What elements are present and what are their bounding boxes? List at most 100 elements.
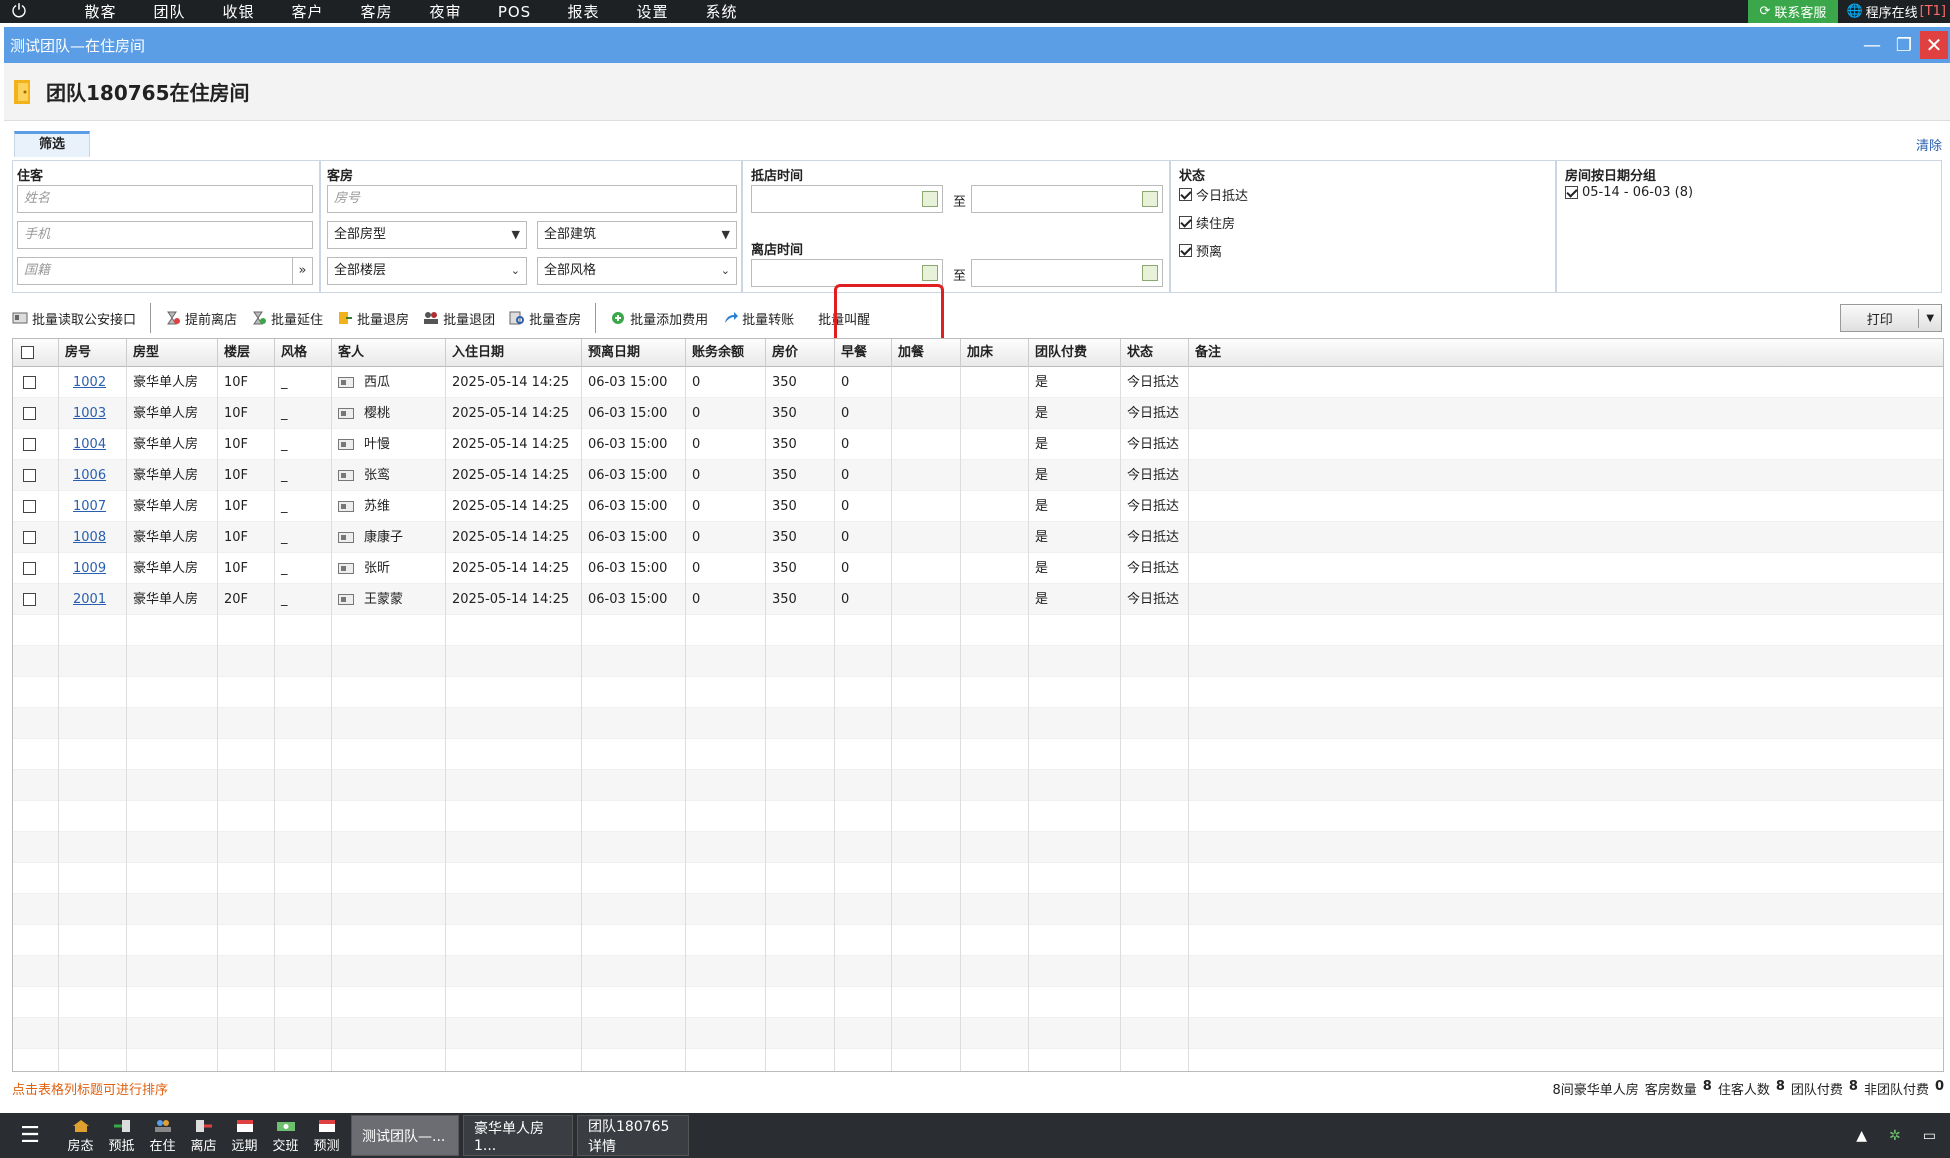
row-checkbox[interactable] (23, 593, 36, 606)
checkbox[interactable] (1179, 244, 1192, 257)
menu-item-customer[interactable]: 客户 (273, 1, 342, 22)
table-row[interactable]: 1003 豪华单人房 10F _ 樱桃 2025-05-14 14:25 06-03 15:… (13, 398, 1943, 429)
quick-future[interactable]: 远期 (224, 1113, 265, 1158)
status-checkbox-due-out[interactable]: 预离 (1179, 241, 1222, 260)
status-checkbox-extended[interactable]: 续住房 (1179, 213, 1235, 232)
room-type-select[interactable]: 全部房型 ▼ (327, 221, 527, 249)
table-row[interactable]: 1007 豪华单人房 10F _ 苏维 2025-05-14 14:25 06-03 15:… (13, 491, 1943, 522)
quick-room-status[interactable]: 房态 (60, 1113, 101, 1158)
batch-check-room-button[interactable]: 批量查房 (509, 309, 581, 328)
table-row[interactable]: 1006 豪华单人房 10F _ 张鸾 2025-05-14 14:25 06-03 15:… (13, 460, 1943, 491)
column-header[interactable]: 楼层 (218, 339, 275, 367)
task-team-detail[interactable]: 团队180765详情 (577, 1115, 689, 1156)
table-row[interactable] (13, 1018, 1943, 1049)
task-deluxe-room[interactable]: 豪华单人房1... (463, 1115, 573, 1156)
table-row[interactable] (13, 894, 1943, 925)
quick-arriving[interactable]: 预抵 (101, 1113, 142, 1158)
room-number-link[interactable]: 1009 (73, 561, 106, 576)
chevron-down-icon[interactable]: ▼ (1919, 313, 1941, 324)
quick-shift-handover[interactable]: 交班 (265, 1113, 306, 1158)
table-row[interactable] (13, 615, 1943, 646)
id-card-icon[interactable] (338, 439, 354, 450)
room-number-link[interactable]: 1007 (73, 499, 106, 514)
start-menu-icon[interactable]: ☰ (0, 1113, 60, 1158)
contact-service-button[interactable]: ⟳ 联系客服 (1747, 0, 1839, 23)
room-number-link[interactable]: 1008 (73, 530, 106, 545)
arrival-start-date[interactable] (751, 185, 943, 213)
batch-add-fee-button[interactable]: 批量添加费用 (610, 309, 708, 328)
row-checkbox[interactable] (23, 531, 36, 544)
restore-button[interactable]: ❐ (1888, 35, 1920, 56)
batch-checkout-button[interactable]: 批量退房 (337, 309, 409, 328)
calendar-icon[interactable] (1142, 191, 1158, 207)
id-card-icon[interactable] (338, 501, 354, 512)
table-row[interactable] (13, 832, 1943, 863)
table-row[interactable] (13, 956, 1943, 987)
close-button[interactable]: ✕ (1920, 31, 1948, 59)
tray-app-icon[interactable]: ✲ (1889, 1128, 1901, 1144)
power-icon[interactable]: ⏻ (0, 0, 38, 23)
column-header[interactable]: 风格 (275, 339, 332, 367)
table-row[interactable] (13, 1049, 1943, 1071)
room-number-link[interactable]: 1006 (73, 468, 106, 483)
row-checkbox[interactable] (23, 438, 36, 451)
menu-item-cashier[interactable]: 收银 (204, 1, 273, 22)
departure-end-date[interactable] (971, 259, 1163, 287)
calendar-icon[interactable] (1142, 265, 1158, 281)
building-select[interactable]: 全部建筑 ▼ (537, 221, 737, 249)
status-checkbox-arriving[interactable]: 今日抵达 (1179, 185, 1248, 204)
name-input[interactable]: 姓名 (17, 185, 313, 213)
batch-extend-button[interactable]: 批量延住 (251, 309, 323, 328)
floor-select[interactable]: 全部楼层 ⌄ (327, 257, 527, 285)
menu-item-reports[interactable]: 报表 (549, 1, 618, 22)
table-row[interactable] (13, 739, 1943, 770)
column-header[interactable]: 账务余额 (686, 339, 766, 367)
table-row[interactable] (13, 987, 1943, 1018)
batch-read-police-button[interactable]: 批量读取公安接口 (12, 309, 136, 328)
table-row[interactable] (13, 677, 1943, 708)
select-all-checkbox[interactable] (21, 346, 34, 359)
table-row[interactable] (13, 863, 1943, 894)
select-all-header[interactable] (13, 339, 59, 367)
column-header[interactable]: 房型 (127, 339, 218, 367)
table-row[interactable]: 2001 豪华单人房 20F _ 王蒙蒙 2025-05-14 14:25 06-03 15… (13, 584, 1943, 615)
tab-filter[interactable]: 筛选 (14, 131, 90, 157)
row-checkbox[interactable] (23, 500, 36, 513)
column-header[interactable]: 备注 (1189, 339, 1943, 367)
id-card-icon[interactable] (338, 377, 354, 388)
column-header[interactable]: 早餐 (835, 339, 892, 367)
quick-in-house[interactable]: 在住 (142, 1113, 183, 1158)
column-header[interactable]: 团队付费 (1029, 339, 1121, 367)
task-team-rooms[interactable]: 测试团队—... (351, 1115, 459, 1156)
clear-link[interactable]: 清除 (1916, 135, 1942, 154)
table-row[interactable] (13, 708, 1943, 739)
checkbox[interactable] (1179, 188, 1192, 201)
menu-item-settings[interactable]: 设置 (618, 1, 687, 22)
column-header[interactable]: 加餐 (892, 339, 961, 367)
batch-transfer-button[interactable]: 批量转账 (722, 309, 794, 328)
print-button[interactable]: 打印 ▼ (1840, 304, 1942, 332)
room-number-link[interactable]: 2001 (73, 592, 106, 607)
column-header[interactable]: 房号 (59, 339, 127, 367)
column-header[interactable]: 入住日期 (446, 339, 582, 367)
quick-departed[interactable]: 离店 (183, 1113, 224, 1158)
id-card-icon[interactable] (338, 594, 354, 605)
checkbox[interactable] (1179, 216, 1192, 229)
room-number-input[interactable]: 房号 (327, 185, 737, 213)
table-row[interactable]: 1008 豪华单人房 10F _ 康康子 2025-05-14 14:25 06-03 15… (13, 522, 1943, 553)
row-checkbox[interactable] (23, 376, 36, 389)
minimize-button[interactable]: — (1856, 35, 1888, 56)
menu-item-team[interactable]: 团队 (135, 1, 204, 22)
room-number-link[interactable]: 1003 (73, 406, 106, 421)
id-card-icon[interactable] (338, 532, 354, 543)
dategroup-checkbox[interactable]: 05-14 - 06-03 (8) (1565, 185, 1693, 200)
phone-input[interactable]: 手机 (17, 221, 313, 249)
table-row[interactable] (13, 925, 1943, 956)
checkbox[interactable] (1565, 186, 1578, 199)
table-row[interactable] (13, 770, 1943, 801)
table-row[interactable]: 1002 豪华单人房 10F _ 西瓜 2025-05-14 14:25 06-03 15:… (13, 367, 1943, 398)
tray-window-icon[interactable]: ▭ (1923, 1128, 1936, 1144)
table-row[interactable] (13, 801, 1943, 832)
column-header[interactable]: 状态 (1121, 339, 1189, 367)
departure-start-date[interactable] (751, 259, 943, 287)
